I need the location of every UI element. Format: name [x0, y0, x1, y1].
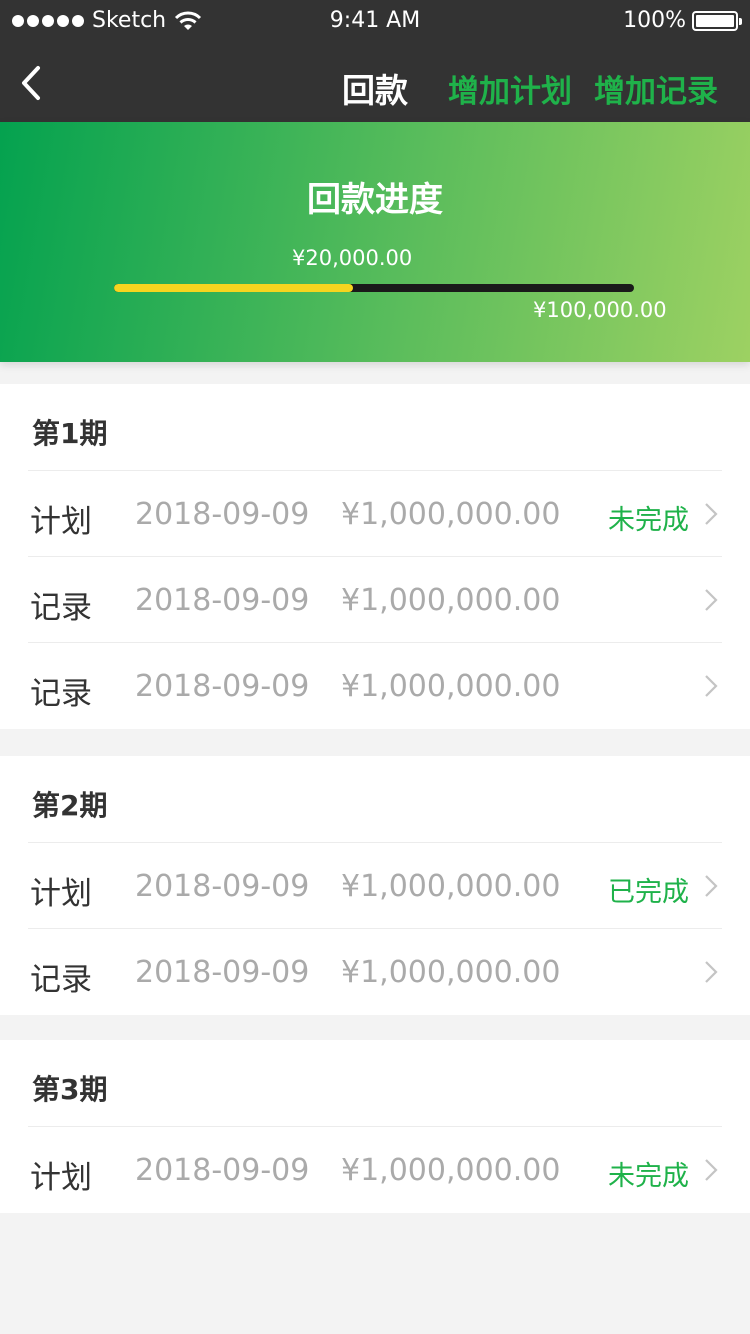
status-badge: 未完成: [608, 505, 689, 536]
nav-bar: 回款 增加计划 增加记录: [0, 44, 750, 122]
row-date: 2018-09-09: [135, 583, 310, 618]
total-amount: ¥100,000.00: [533, 298, 667, 322]
row-type: 计划: [30, 1160, 92, 1196]
chevron-right-icon: [705, 675, 718, 697]
status-badge: 未完成: [608, 1161, 689, 1192]
progress-fill: [114, 284, 354, 292]
status-bar: Sketch 9:41 AM 100%: [0, 0, 750, 44]
progress-bar: [114, 284, 634, 292]
current-amount: ¥20,000.00: [292, 246, 413, 270]
period-title: 第1期: [28, 384, 722, 471]
row-amount: ¥1,000,000.00: [341, 1153, 561, 1188]
row-type: 计划: [30, 504, 92, 540]
row-date: 2018-09-09: [135, 669, 310, 704]
row-amount: ¥1,000,000.00: [341, 669, 561, 704]
row-amount: ¥1,000,000.00: [341, 497, 561, 532]
row-type: 记录: [30, 962, 92, 998]
battery-icon: [692, 10, 742, 31]
row-date: 2018-09-09: [135, 955, 310, 990]
period-title: 第2期: [28, 756, 722, 843]
list-item[interactable]: 计划 2018-09-09 ¥1,000,000.00 未完成: [28, 471, 722, 557]
repayment-progress-card: 回款进度 ¥20,000.00 ¥100,000.00: [0, 122, 750, 362]
battery-percent: 100%: [623, 8, 686, 33]
list-item[interactable]: 记录 2018-09-09 ¥1,000,000.00: [28, 929, 722, 1015]
list-item[interactable]: 计划 2018-09-09 ¥1,000,000.00 未完成: [28, 1127, 722, 1213]
status-badge: 已完成: [608, 877, 689, 908]
period-section: 第1期 计划 2018-09-09 ¥1,000,000.00 未完成 记录 2…: [0, 384, 750, 729]
period-title: 第3期: [28, 1040, 722, 1127]
row-type: 记录: [30, 590, 92, 626]
period-section: 第3期 计划 2018-09-09 ¥1,000,000.00 未完成: [0, 1040, 750, 1213]
row-date: 2018-09-09: [135, 497, 310, 532]
list-item[interactable]: 计划 2018-09-09 ¥1,000,000.00 已完成: [28, 843, 722, 929]
row-amount: ¥1,000,000.00: [341, 869, 561, 904]
chevron-right-icon: [705, 875, 718, 897]
chevron-right-icon: [705, 503, 718, 525]
row-amount: ¥1,000,000.00: [341, 583, 561, 618]
progress-title: 回款进度: [307, 180, 443, 220]
row-type: 计划: [30, 876, 92, 912]
row-amount: ¥1,000,000.00: [341, 955, 561, 990]
row-type: 记录: [30, 676, 92, 712]
add-record-button[interactable]: 增加记录: [594, 66, 718, 111]
status-right: 100%: [623, 8, 742, 33]
period-section: 第2期 计划 2018-09-09 ¥1,000,000.00 已完成 记录 2…: [0, 756, 750, 1015]
list-item[interactable]: 记录 2018-09-09 ¥1,000,000.00: [28, 557, 722, 643]
add-plan-button[interactable]: 增加计划: [448, 66, 572, 111]
list-item[interactable]: 记录 2018-09-09 ¥1,000,000.00: [28, 643, 722, 729]
row-date: 2018-09-09: [135, 869, 310, 904]
row-date: 2018-09-09: [135, 1153, 310, 1188]
chevron-right-icon: [705, 589, 718, 611]
chevron-right-icon: [705, 961, 718, 983]
chevron-right-icon: [705, 1159, 718, 1181]
